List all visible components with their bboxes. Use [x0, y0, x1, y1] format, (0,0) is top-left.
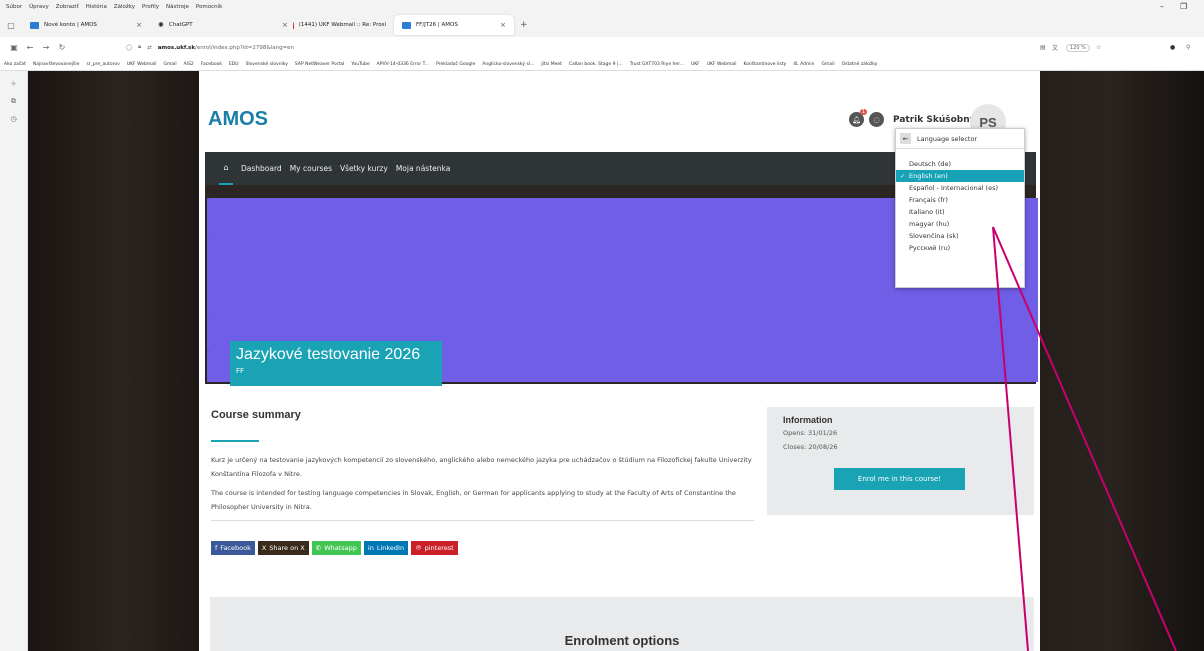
annotation-line	[992, 226, 1177, 651]
annotation-line	[992, 226, 1029, 651]
annotation-overlay	[992, 226, 1177, 651]
